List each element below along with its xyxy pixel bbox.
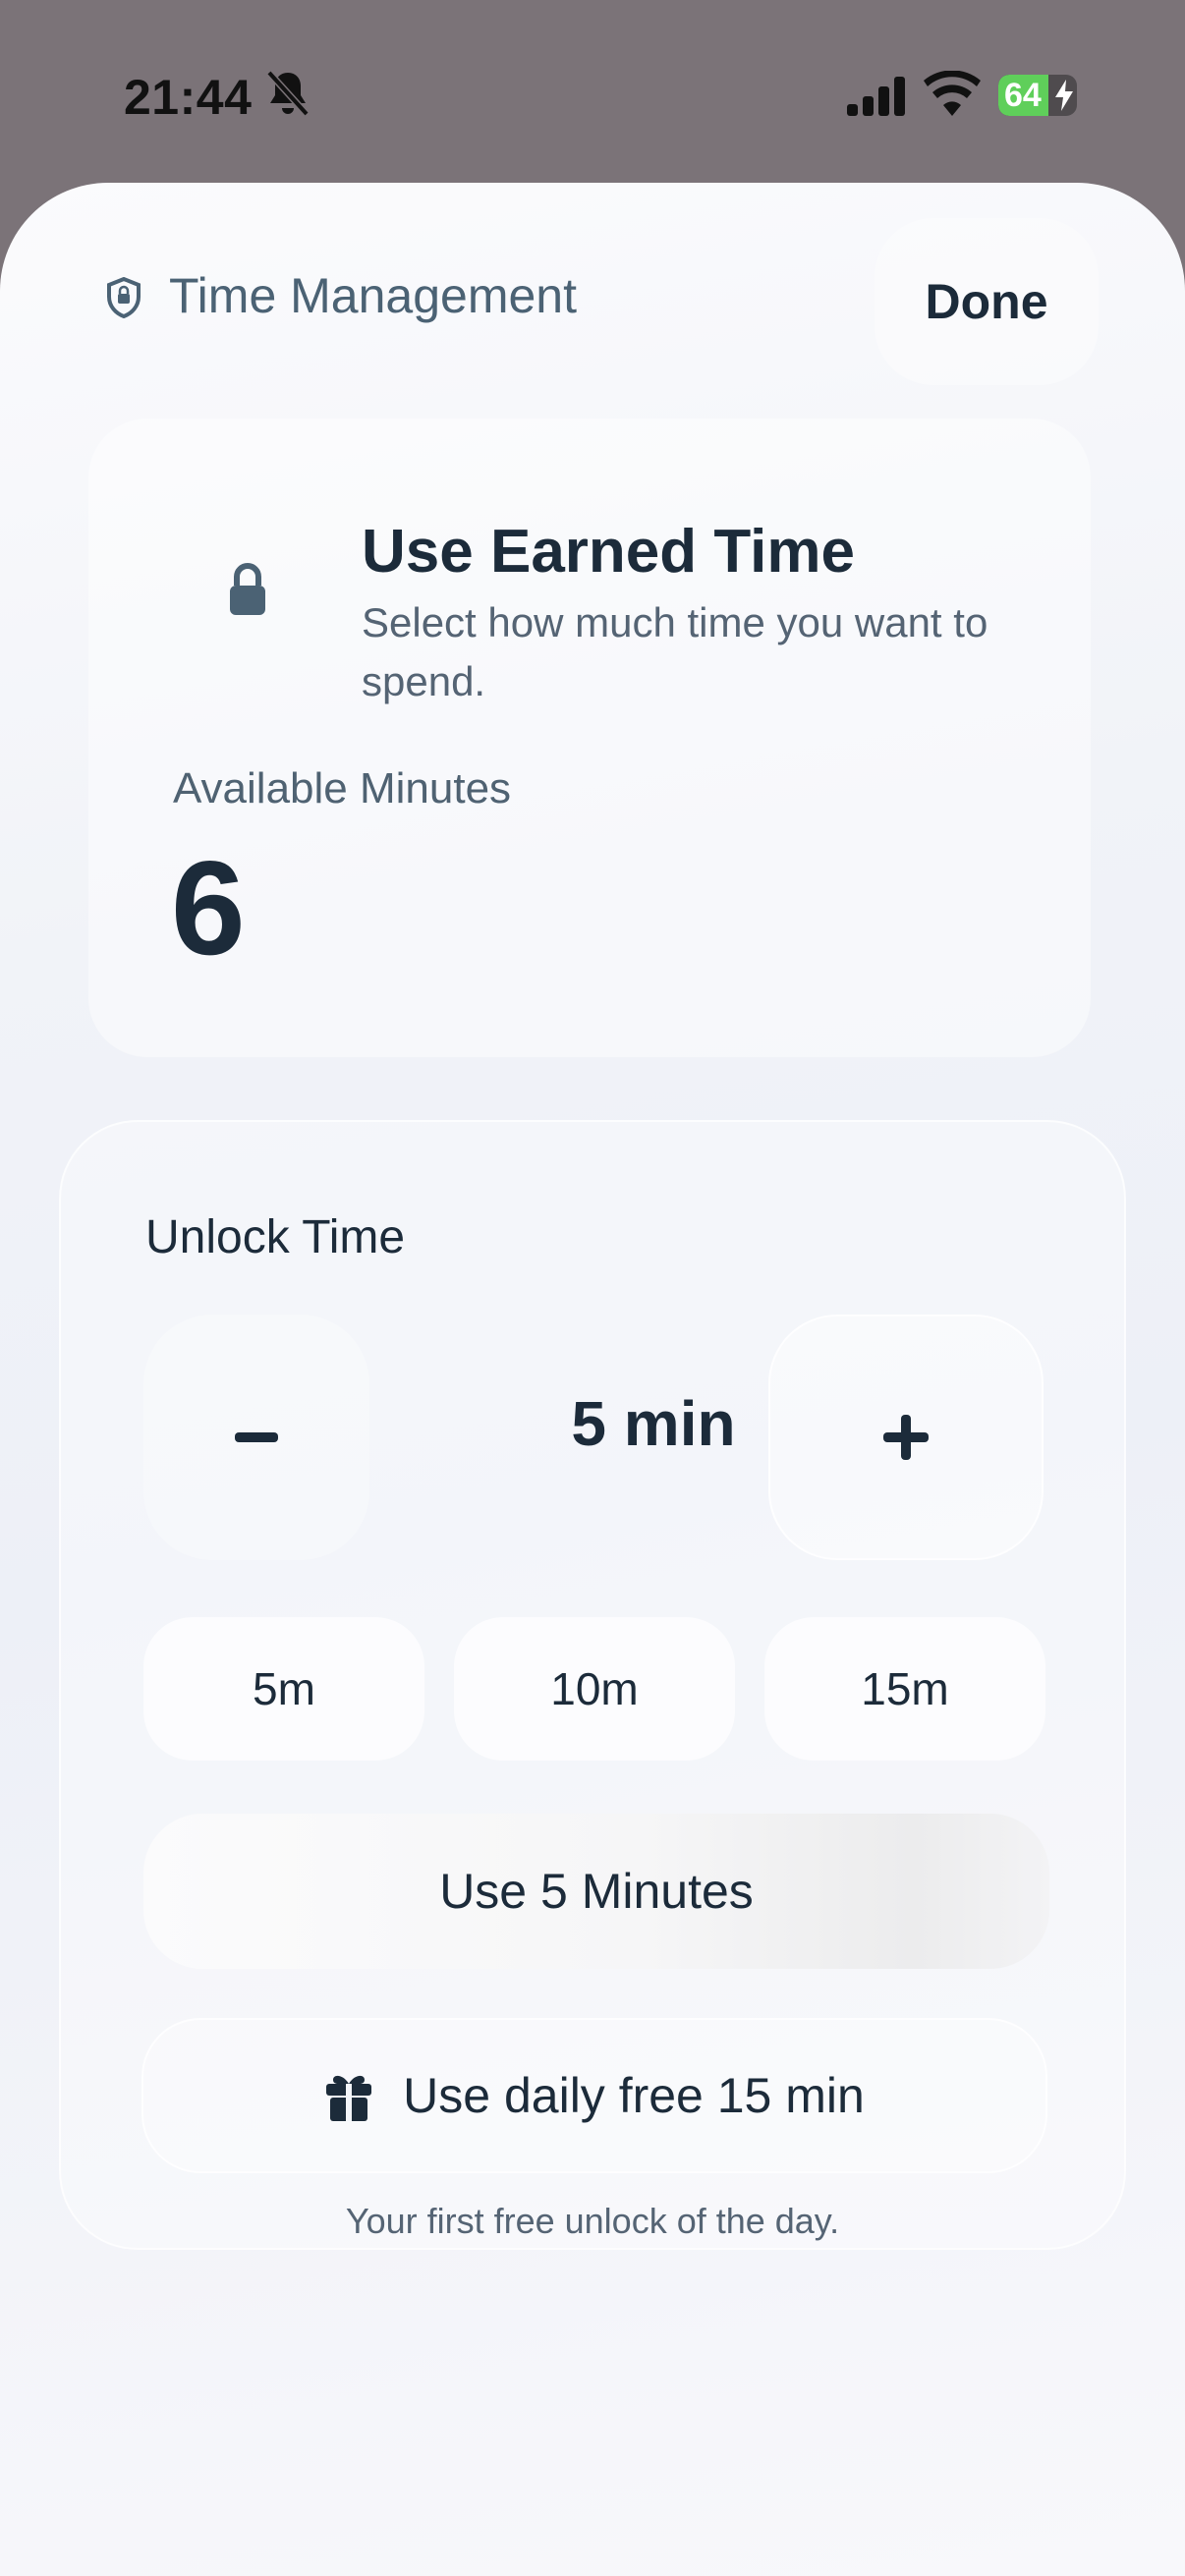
nav-title: Time Management	[169, 268, 577, 323]
gift-icon	[326, 2075, 372, 2121]
preset-10m-button[interactable]: 10m	[454, 1617, 735, 1761]
decrease-button[interactable]	[143, 1315, 369, 1560]
lock-icon	[230, 563, 265, 615]
time-management-sheet: Time Management Done Use Earned Time Sel…	[0, 183, 1185, 2576]
available-minutes-label: Available Minutes	[173, 764, 512, 812]
preset-15m-button[interactable]: 15m	[764, 1617, 1045, 1761]
daily-free-label: Use daily free 15 min	[403, 2068, 865, 2123]
earned-title: Use Earned Time	[362, 518, 855, 586]
battery-level: 64	[1004, 77, 1042, 114]
signal-icon	[847, 77, 905, 116]
plus-icon	[883, 1415, 929, 1460]
earned-subtitle: Select how much time you want to spend.	[362, 599, 988, 704]
shield-icon	[107, 277, 141, 318]
earned-time-card: Use Earned Time Select how much time you…	[88, 419, 1091, 1057]
bolt-icon	[1055, 80, 1073, 111]
status-time: 21:44	[124, 70, 253, 125]
available-minutes-value: 6	[171, 833, 246, 982]
daily-free-button[interactable]: Use daily free 15 min	[141, 2018, 1047, 2173]
done-button[interactable]: Done	[875, 218, 1099, 385]
wifi-icon	[924, 71, 981, 116]
bell-slash-icon	[266, 70, 310, 117]
minus-icon	[235, 1432, 278, 1442]
use-minutes-button[interactable]: Use 5 Minutes	[143, 1814, 1049, 1969]
increase-button[interactable]	[768, 1315, 1044, 1560]
unlock-title: Unlock Time	[145, 1211, 406, 1263]
status-bar: 21:44 64	[0, 0, 1185, 187]
battery-icon: 64	[998, 75, 1077, 116]
daily-free-note: Your first free unlock of the day.	[345, 2201, 840, 2241]
preset-5m-button[interactable]: 5m	[143, 1617, 424, 1761]
